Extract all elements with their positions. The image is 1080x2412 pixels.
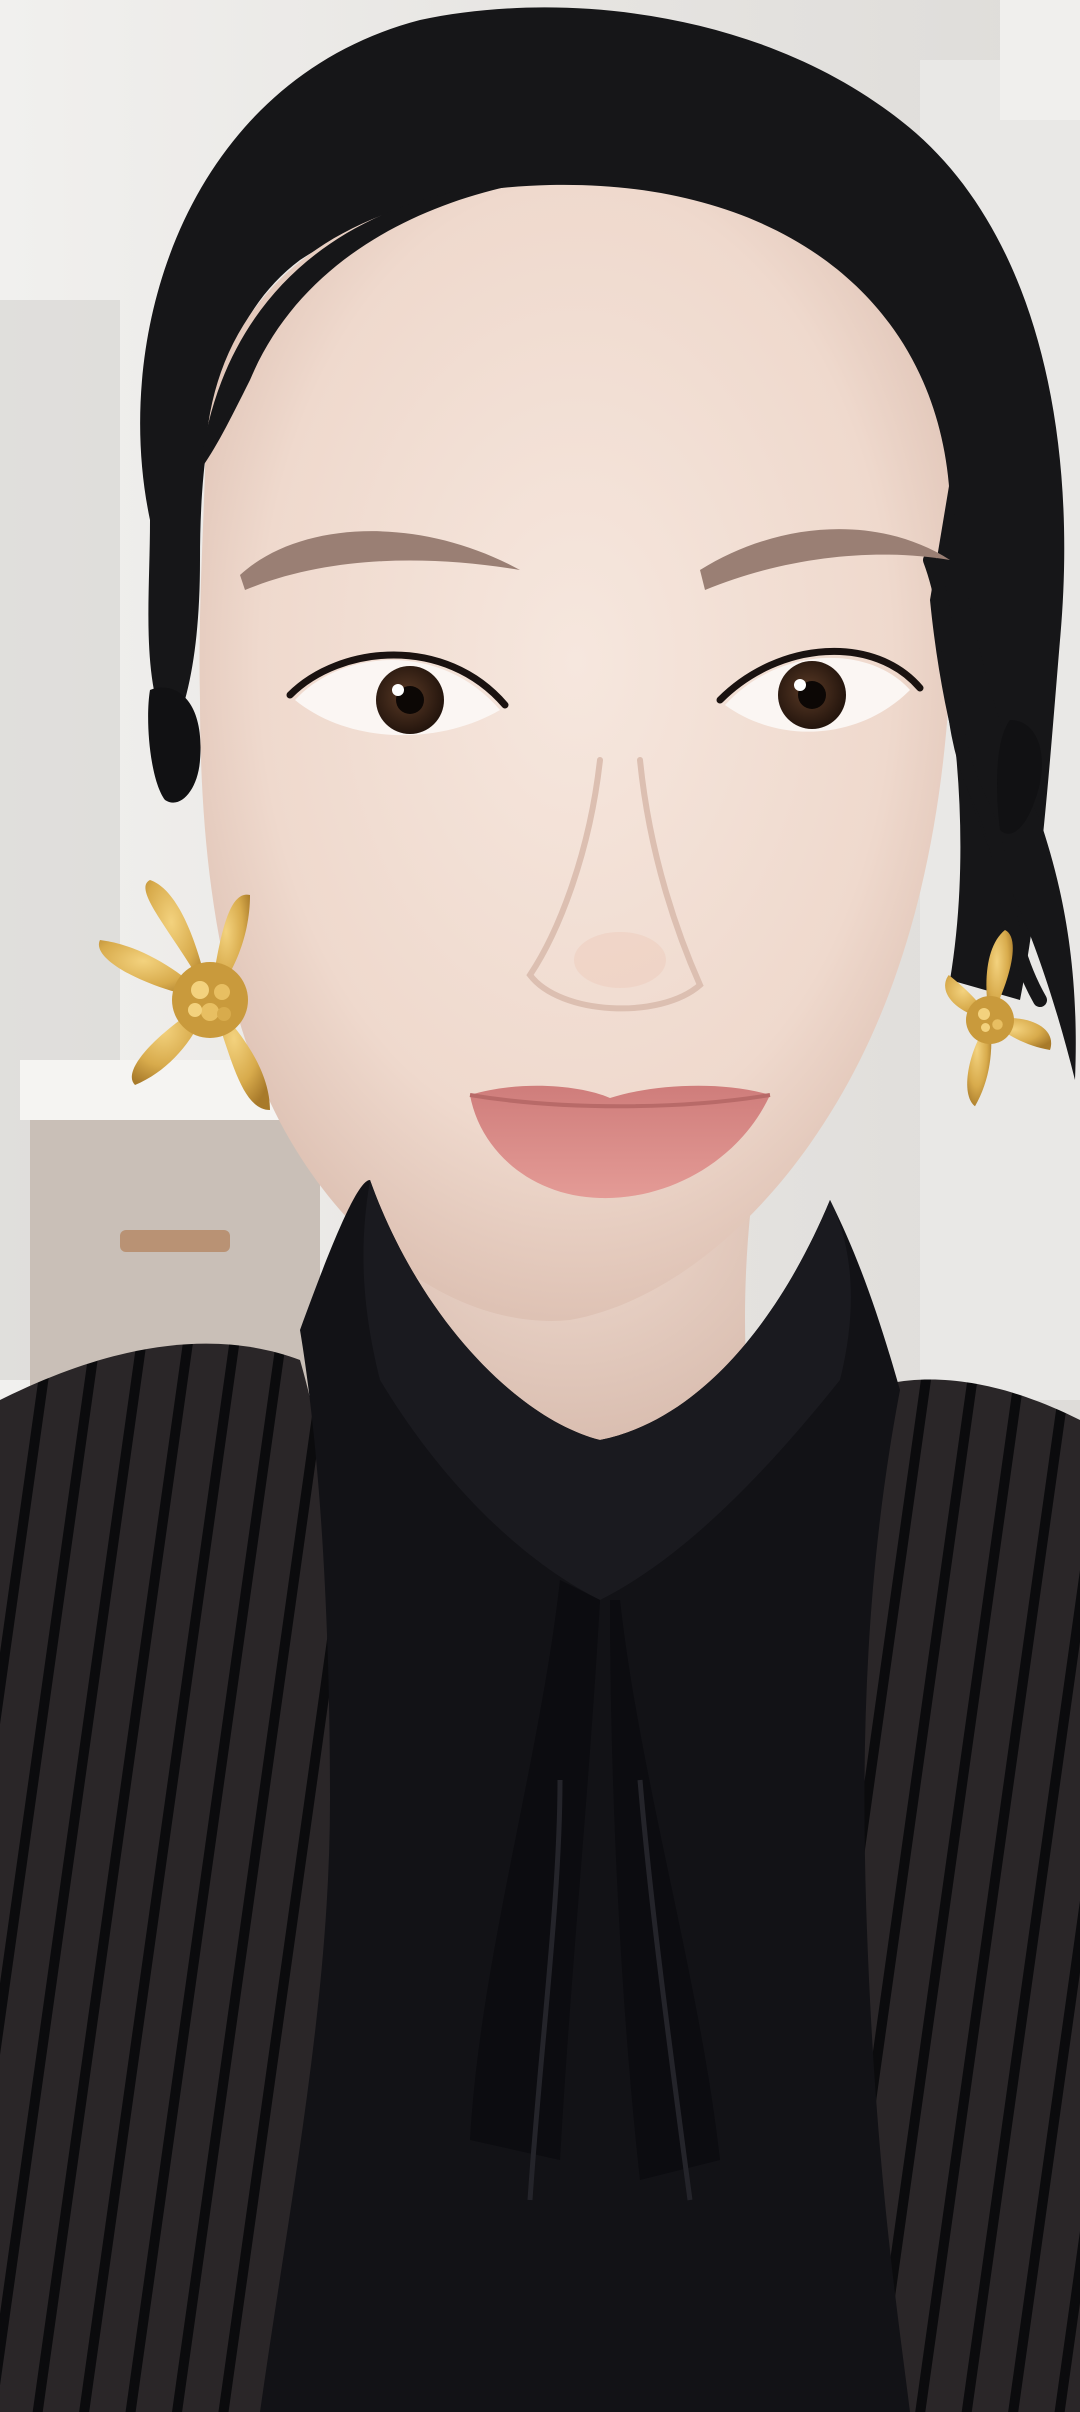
cabinet-handle: [120, 1230, 230, 1252]
portrait-illustration: [0, 0, 1080, 2412]
photo-frame: [0, 0, 1080, 2412]
